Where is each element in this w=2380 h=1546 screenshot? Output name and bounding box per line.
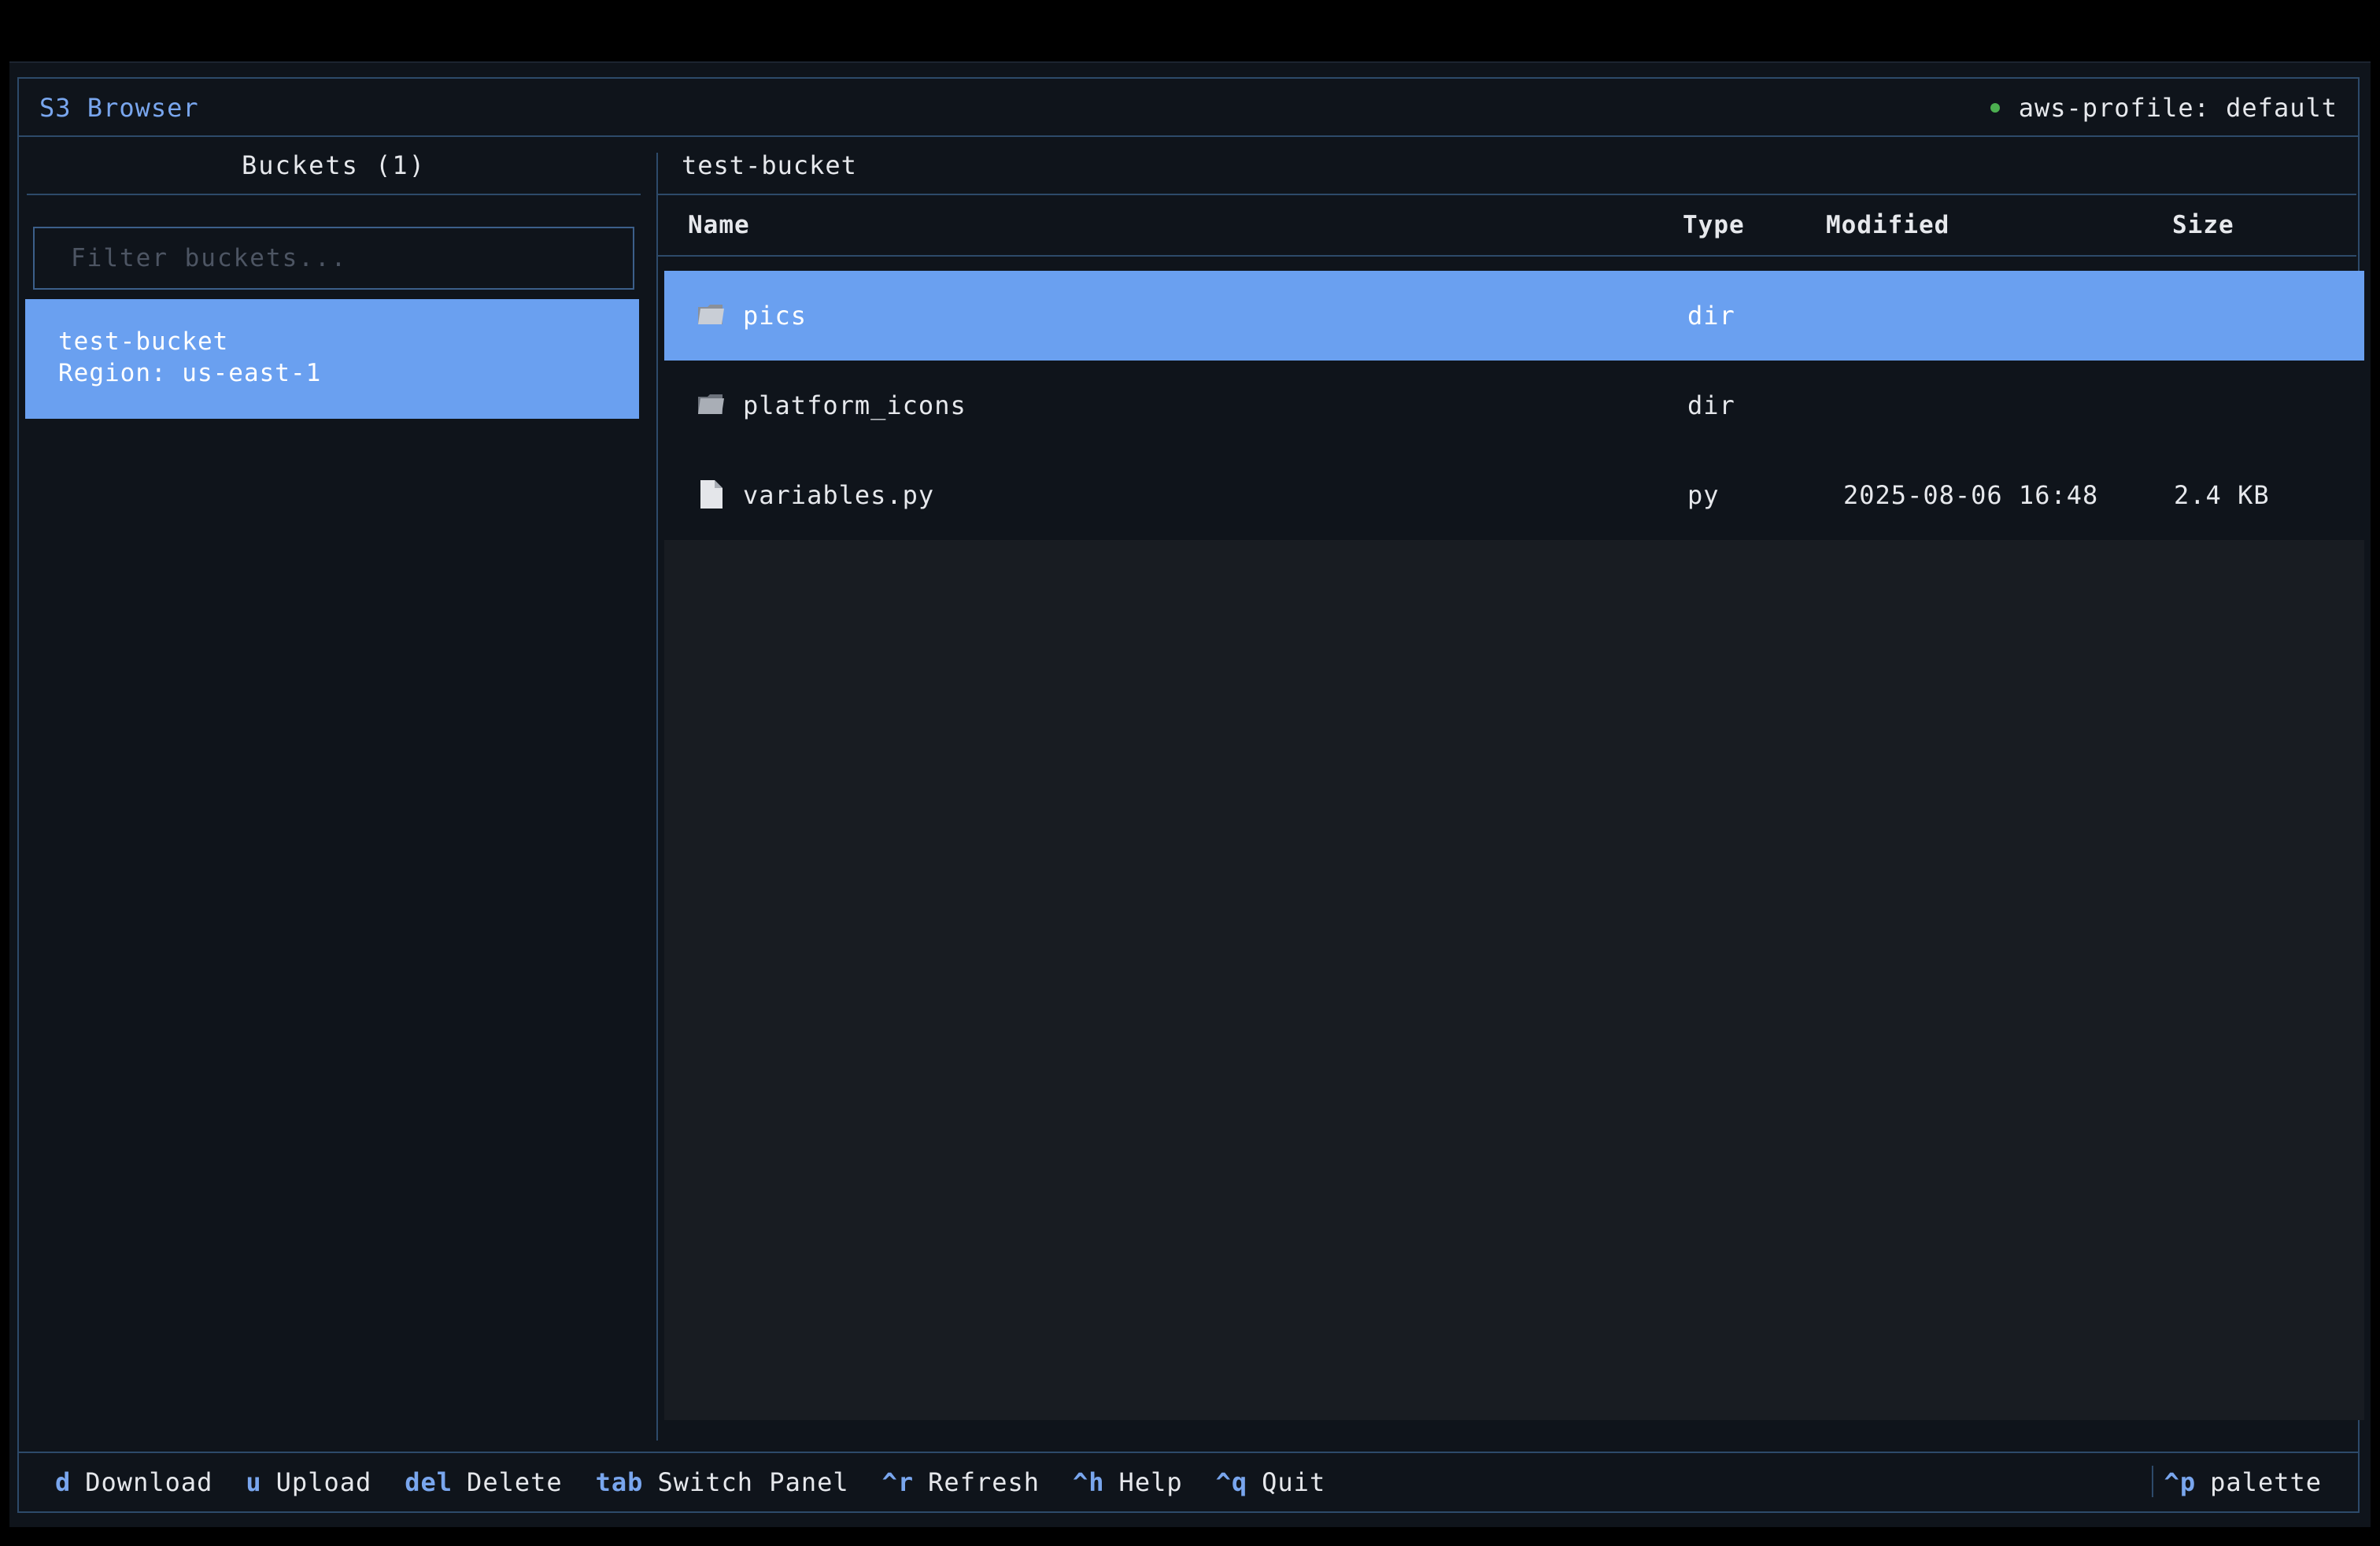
object-modified: 2025-08-06 16:48 xyxy=(1843,480,2099,510)
filter-buckets-input[interactable] xyxy=(33,227,634,290)
objects-panel: test-bucket Name Type Modified Size pics… xyxy=(658,137,2364,1426)
key-label: tab xyxy=(595,1467,644,1497)
buckets-panel: Buckets (1) test-bucket Region: us-east-… xyxy=(19,137,656,1426)
object-type: dir xyxy=(1687,390,1735,420)
action-label: palette xyxy=(2210,1467,2322,1497)
keybinding-upload[interactable]: u Upload xyxy=(246,1467,371,1497)
app-title: S3 Browser xyxy=(39,93,199,123)
action-label: Quit xyxy=(1262,1467,1326,1497)
action-label: Refresh xyxy=(928,1467,1040,1497)
bucket-item-test-bucket[interactable]: test-bucket Region: us-east-1 xyxy=(25,299,639,419)
title-bar: S3 Browser aws-profile: default xyxy=(19,79,2358,137)
buckets-header: Buckets (1) xyxy=(27,137,641,195)
breadcrumb: test-bucket xyxy=(658,137,2356,195)
table-header: Name Type Modified Size xyxy=(658,195,2356,257)
action-label: Download xyxy=(85,1467,213,1497)
table-row[interactable]: platform_icons dir xyxy=(664,361,2364,450)
footer-keybindings: d Download u Upload del Delete tab Switch Pa… xyxy=(19,1452,2358,1511)
key-label: ^q xyxy=(1215,1467,1248,1497)
file-icon xyxy=(700,480,722,509)
column-header-size[interactable]: Size xyxy=(2172,211,2234,239)
table-row[interactable]: variables.py py 2025-08-06 16:48 2.4 KB xyxy=(664,450,2364,540)
folder-icon xyxy=(698,394,724,414)
column-header-modified[interactable]: Modified xyxy=(1826,211,1949,239)
status-dot-icon xyxy=(1990,103,2000,113)
action-label: Upload xyxy=(275,1467,372,1497)
keybinding-delete[interactable]: del Delete xyxy=(405,1467,562,1497)
object-name: pics xyxy=(743,301,808,331)
key-label: u xyxy=(246,1467,262,1497)
key-label: ^r xyxy=(881,1467,915,1497)
app-window: S3 Browser aws-profile: default Buckets … xyxy=(9,61,2371,1527)
object-type: py xyxy=(1687,480,1720,510)
empty-list-area xyxy=(664,540,2364,1420)
bucket-name: test-bucket xyxy=(58,327,229,356)
keybinding-switch-panel[interactable]: tab Switch Panel xyxy=(596,1467,849,1497)
key-label: del xyxy=(405,1467,453,1497)
app-frame: S3 Browser aws-profile: default Buckets … xyxy=(17,77,2364,1513)
footer-divider xyxy=(2152,1466,2153,1497)
keybinding-palette[interactable]: ^p palette xyxy=(2164,1467,2322,1497)
bucket-region: Region: us-east-1 xyxy=(58,359,322,387)
column-header-name[interactable]: Name xyxy=(688,211,750,239)
key-label: ^p xyxy=(2164,1467,2197,1497)
keybinding-refresh[interactable]: ^r Refresh xyxy=(882,1467,1040,1497)
action-label: Help xyxy=(1118,1467,1183,1497)
action-label: Delete xyxy=(467,1467,563,1497)
object-name: platform_icons xyxy=(743,390,966,420)
object-type: dir xyxy=(1687,301,1735,331)
keybinding-quit[interactable]: ^q Quit xyxy=(1216,1467,1326,1497)
aws-profile-label: aws-profile: default xyxy=(2018,93,2338,123)
key-label: d xyxy=(55,1467,72,1497)
objects-list: pics dir platform_icons dir variables.py… xyxy=(664,271,2364,540)
table-row[interactable]: pics dir xyxy=(664,271,2364,361)
object-name: variables.py xyxy=(743,480,935,510)
keybinding-download[interactable]: d Download xyxy=(55,1467,213,1497)
column-header-type[interactable]: Type xyxy=(1683,211,1745,239)
object-size: 2.4 KB xyxy=(2174,480,2270,510)
keybinding-list: d Download u Upload del Delete tab Switch Pa… xyxy=(55,1467,1358,1497)
folder-icon xyxy=(698,305,724,324)
key-label: ^h xyxy=(1073,1467,1105,1497)
keybinding-help[interactable]: ^h Help xyxy=(1073,1467,1183,1497)
aws-profile-indicator: aws-profile: default xyxy=(1990,93,2338,123)
action-label: Switch Panel xyxy=(657,1467,849,1497)
